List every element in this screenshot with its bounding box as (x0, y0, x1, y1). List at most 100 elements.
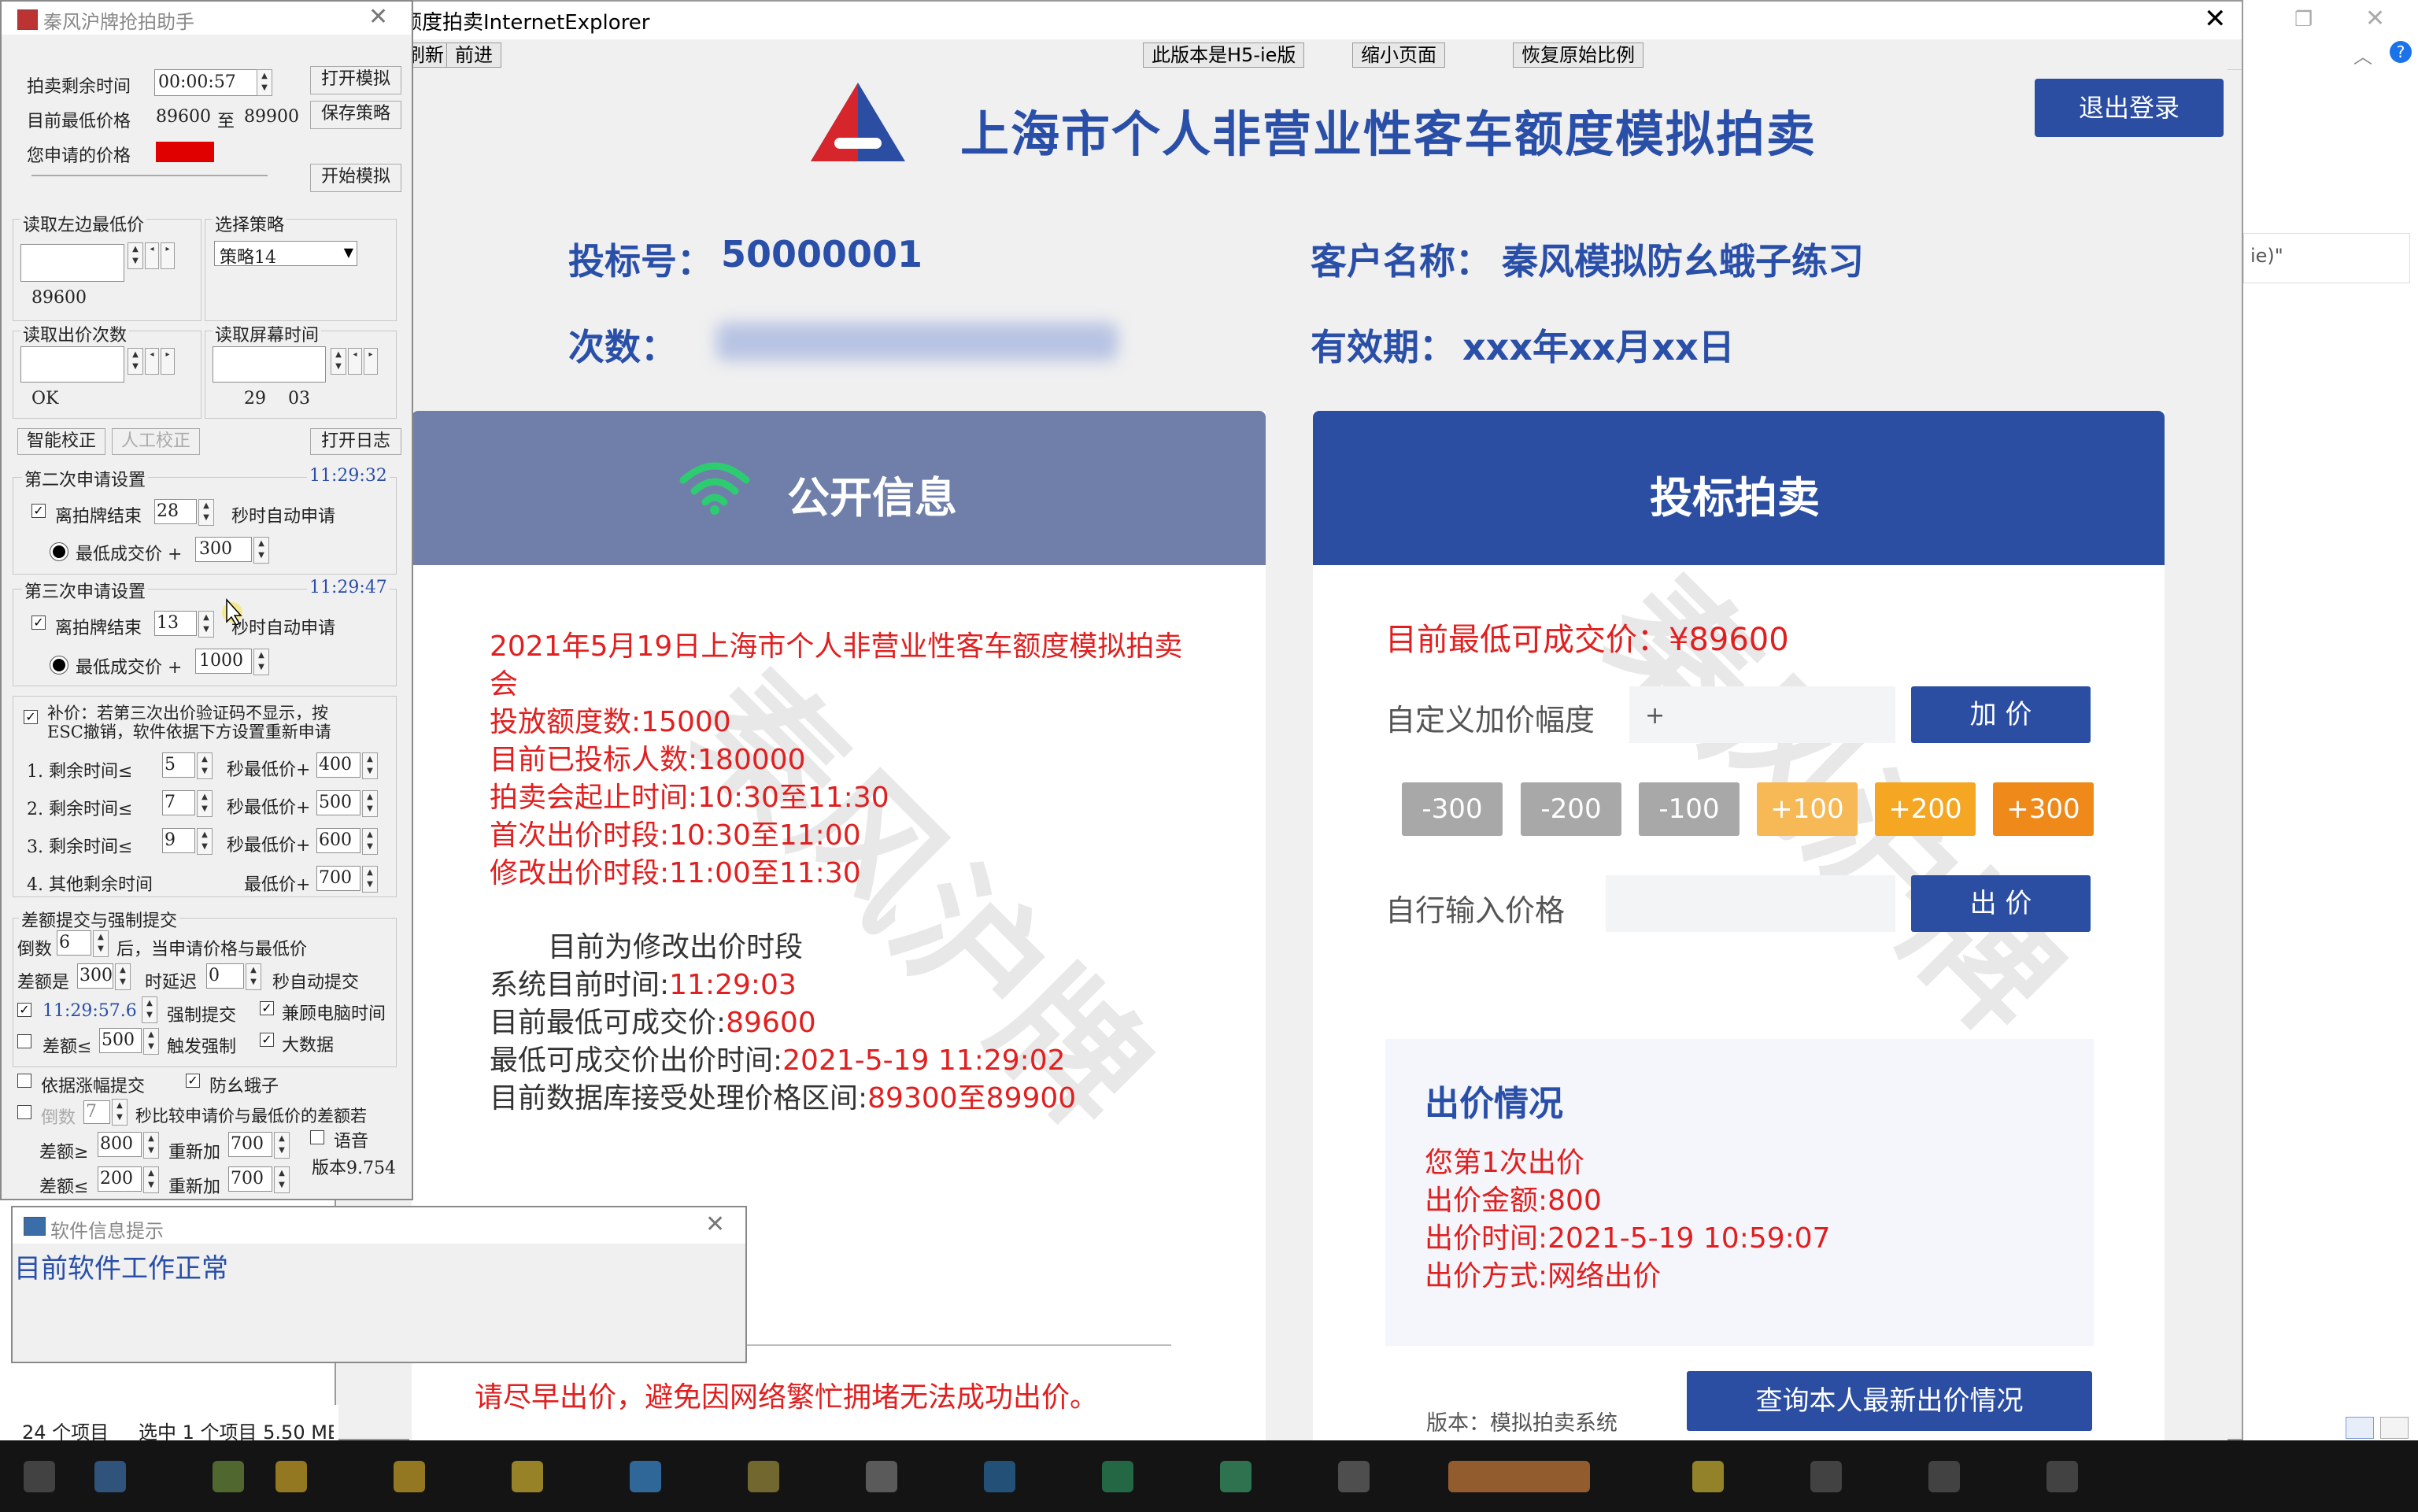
taskbar-app-icon[interactable] (1102, 1461, 1133, 1492)
ie-close-icon[interactable]: ✕ (2204, 3, 2227, 35)
countdown-field[interactable]: 6 (57, 930, 91, 956)
diff-le-field[interactable]: 500 (99, 1028, 142, 1053)
le-field[interactable]: 200 (98, 1166, 142, 1192)
anti-trick-checkbox[interactable]: ✓ (186, 1074, 200, 1088)
remain-time-field[interactable]: 00:00:57 (154, 69, 264, 96)
third-secs-spinner[interactable]: ▲ ▼ (198, 611, 214, 638)
supp-row-3-secs-spinner[interactable]: ▲ ▼ (197, 828, 213, 855)
supp-row-1-add-spinner[interactable]: ▲ ▼ (362, 752, 378, 779)
step-plus-200-button[interactable]: +200 (1875, 782, 1976, 836)
taskbar-app-icon[interactable] (1928, 1461, 1960, 1492)
by-increase-checkbox[interactable] (17, 1074, 31, 1088)
forward-button[interactable]: 前进 (446, 43, 501, 68)
second-add-spinner[interactable]: ▲ ▼ (253, 537, 269, 564)
read-left-right-arrow[interactable]: ▸ (161, 242, 175, 269)
taskbar-app-icon[interactable] (866, 1461, 897, 1492)
diff-le-spinner[interactable]: ▲ ▼ (143, 1028, 159, 1055)
supp-row-1-secs-spinner[interactable]: ▲ ▼ (197, 752, 213, 779)
second-secs-field[interactable]: 28 (154, 499, 197, 524)
h5-version-button[interactable]: 此版本是H5-ie版 (1143, 43, 1305, 68)
taskbar-app-icon[interactable] (1220, 1461, 1252, 1492)
delay-field[interactable]: 0 (206, 963, 244, 989)
step-minus-200-button[interactable]: -200 (1521, 782, 1621, 836)
help-icon[interactable]: ? (2390, 41, 2412, 63)
taskbar-app-icon[interactable] (748, 1461, 779, 1492)
second-add-field[interactable]: 300 (195, 537, 252, 562)
step-minus-100-button[interactable]: -100 (1639, 782, 1740, 836)
slider-track[interactable] (31, 175, 268, 176)
step-plus-100-button[interactable]: +100 (1757, 782, 1858, 836)
read-screen-left-arrow[interactable]: ◂ (348, 348, 362, 375)
shrink-page-button[interactable]: 缩小页面 (1352, 43, 1445, 68)
taskbar-app-icon[interactable] (213, 1461, 244, 1492)
countdown2-field[interactable]: 7 (83, 1100, 110, 1124)
taskbar-app-icon[interactable] (984, 1461, 1015, 1492)
diff-spinner[interactable]: ▲ ▼ (115, 963, 131, 990)
ge-spinner[interactable]: ▲ ▼ (143, 1132, 159, 1159)
query-latest-bid-button[interactable]: 查询本人最新出价情况 (1687, 1371, 2092, 1431)
remain-time-spinner[interactable]: ▲ ▼ (257, 69, 272, 96)
info-popup-close-icon[interactable]: ✕ (705, 1211, 725, 1238)
other-add-spinner[interactable]: ▲ ▼ (362, 866, 378, 893)
countdown-spinner[interactable]: ▲ ▼ (93, 930, 109, 957)
custom-increment-input[interactable]: + (1629, 686, 1895, 743)
taskbar-app-icon[interactable] (1810, 1461, 1842, 1492)
taskbar-app-icon[interactable] (394, 1461, 425, 1492)
other-add-field[interactable]: 700 (316, 866, 360, 891)
supp-row-2-secs-spinner[interactable]: ▲ ▼ (197, 790, 213, 817)
third-lowest-radio[interactable] (50, 656, 68, 675)
logout-button[interactable]: 退出登录 (2035, 79, 2224, 137)
taskbar-app-icon[interactable] (512, 1461, 543, 1492)
manual-correct-button[interactable]: 人工校正 (112, 428, 200, 455)
taskbar-app-icon[interactable] (630, 1461, 661, 1492)
supp-row-1-add-field[interactable]: 400 (316, 752, 360, 778)
supp-row-3-secs-field[interactable]: 9 (162, 828, 195, 853)
delay-spinner[interactable]: ▲ ▼ (246, 963, 261, 990)
third-secs-field[interactable]: 13 (154, 611, 197, 636)
start-sim-button[interactable]: 开始模拟 (310, 164, 401, 192)
step-minus-300-button[interactable]: -300 (1402, 782, 1503, 836)
read-left-left-arrow[interactable]: ◂ (145, 242, 159, 269)
taskbar-app-icon[interactable] (94, 1461, 126, 1492)
restore-ratio-button[interactable]: 恢复原始比例 (1513, 43, 1643, 68)
read-screen-spinner[interactable]: ▲ ▼ (331, 348, 346, 375)
le-spinner[interactable]: ▲ ▼ (143, 1166, 159, 1193)
ge-add-field[interactable]: 700 (228, 1132, 272, 1157)
read-screen-right-arrow[interactable]: ▸ (364, 348, 378, 375)
third-add-spinner[interactable]: ▲ ▼ (253, 649, 269, 675)
third-apply-checkbox[interactable]: ✓ (31, 616, 46, 630)
countdown2-spinner[interactable]: ▲ ▼ (112, 1099, 128, 1126)
diff-field[interactable]: 300 (77, 963, 113, 989)
ge-field[interactable]: 800 (98, 1132, 142, 1157)
force-time-checkbox[interactable]: ✓ (17, 1003, 31, 1017)
large-icons-view-icon[interactable] (2380, 1417, 2409, 1439)
taskbar-app-icon[interactable] (2046, 1461, 2078, 1492)
strategy-select[interactable]: 策略14 ▼ (214, 241, 357, 268)
read-left-spinner[interactable]: ▲ ▼ (128, 242, 143, 269)
compat-time-checkbox[interactable]: ✓ (260, 1001, 274, 1015)
supp-row-2-add-field[interactable]: 500 (316, 790, 360, 815)
read-count-field[interactable] (20, 346, 124, 383)
details-view-icon[interactable] (2346, 1417, 2374, 1439)
taskbar-active-app[interactable] (1448, 1461, 1590, 1492)
start-icon[interactable] (24, 1461, 55, 1492)
supp-row-2-secs-field[interactable]: 7 (162, 790, 195, 815)
open-log-button[interactable]: 打开日志 (310, 428, 401, 455)
save-strategy-button[interactable]: 保存策略 (310, 101, 401, 129)
supp-row-3-add-spinner[interactable]: ▲ ▼ (362, 828, 378, 855)
read-count-left-arrow[interactable]: ◂ (145, 348, 159, 375)
second-lowest-radio[interactable] (50, 542, 68, 561)
supp-row-2-add-spinner[interactable]: ▲ ▼ (362, 790, 378, 817)
desktop-search-box[interactable]: ie)" (2243, 233, 2410, 283)
diff-le-checkbox[interactable] (17, 1034, 31, 1048)
step-plus-300-button[interactable]: +300 (1993, 782, 2094, 836)
helper-close-icon[interactable]: ✕ (368, 3, 388, 31)
read-count-right-arrow[interactable]: ▸ (161, 348, 175, 375)
read-count-spinner[interactable]: ▲ ▼ (128, 348, 143, 375)
taskbar-app-icon[interactable] (1338, 1461, 1370, 1492)
read-left-field[interactable] (20, 244, 124, 282)
supp-row-1-secs-field[interactable]: 5 (162, 752, 195, 778)
supplement-checkbox[interactable]: ✓ (24, 710, 38, 724)
countdown2-checkbox[interactable] (17, 1105, 31, 1119)
second-secs-spinner[interactable]: ▲ ▼ (198, 499, 214, 526)
